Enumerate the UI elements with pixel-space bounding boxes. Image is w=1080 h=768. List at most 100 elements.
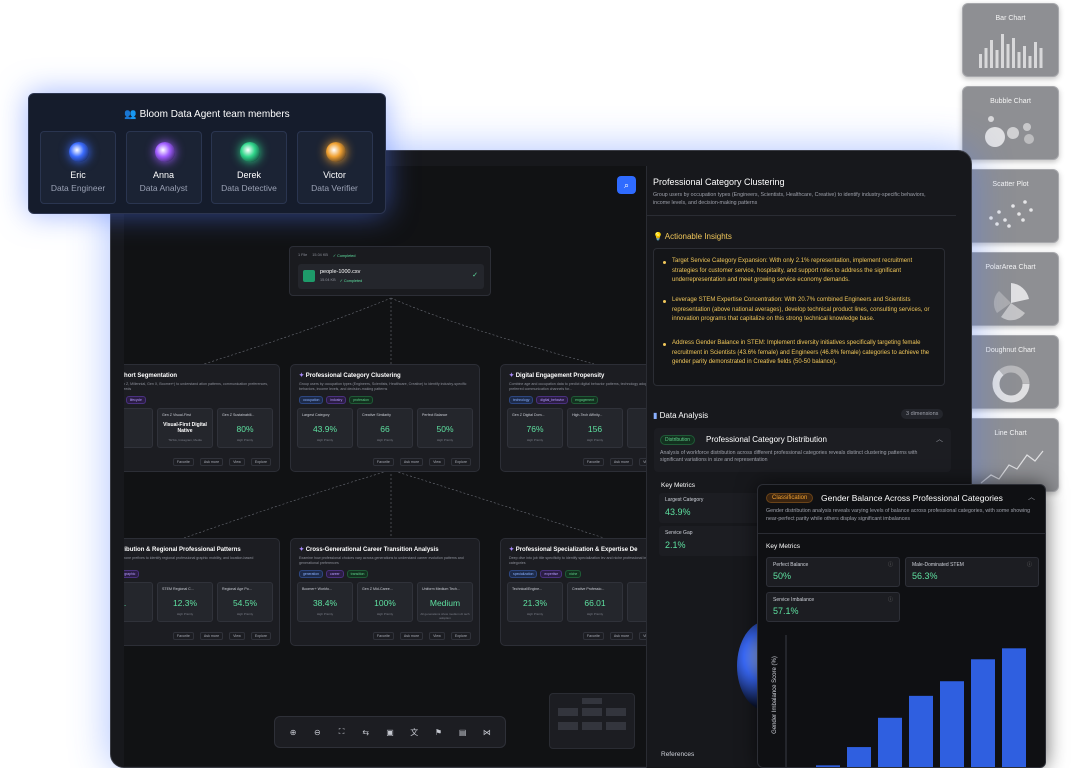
node-actions: FavoriteAsk moreViewExplore [582,632,646,640]
metric-value: 21.3% [522,598,548,608]
chart-card-doughnut-chart[interactable]: Doughnut Chart [962,335,1059,409]
metric-box: Uniform Medium Tech... Medium All generati… [417,582,473,622]
references-heading: References [661,751,695,758]
chart-card-preview [989,200,1033,228]
chart-card-bubble-chart[interactable]: Bubble Chart [962,86,1059,160]
node-action-favorite[interactable]: Favorite [172,458,194,466]
node-actions: Favorite Ask more View Explore [372,458,471,466]
insight-item: Address Gender Balance in STEM: Implemen… [672,340,930,366]
metric-box: Creative Similarity 66 High Priority [357,408,413,448]
translate-icon[interactable]: 文 [408,727,420,738]
csv-file-icon [303,270,315,282]
node-action-view[interactable]: View [429,632,445,640]
zoom-out-icon[interactable]: ⊖ [311,728,323,737]
chart-bar-3[interactable] [909,695,933,768]
layout-icon[interactable]: ▣ [384,728,396,737]
analysis-node[interactable]: ✦ Professional Category Clustering Group … [290,364,480,472]
bookmark-icon[interactable]: ⚑ [432,728,444,737]
search-button[interactable]: ⌕ [617,176,636,194]
member-role: Data Verifier [311,183,358,193]
avatar [69,142,89,162]
metric-value: 12.3% [172,598,198,608]
team-member-derek[interactable]: Derek Data Detective [211,131,287,204]
node-action-explore[interactable]: Explore [250,458,271,466]
tag: niche [565,570,582,578]
minimap[interactable] [549,693,635,749]
node-action-ask-more[interactable]: Ask more [609,632,634,640]
fit-view-icon[interactable]: ⛶ [336,727,348,737]
node-action-favorite[interactable]: Favorite [582,458,604,466]
node-action-favorite[interactable]: Favorite [582,632,604,640]
node-action-ask-more[interactable]: Ask more [399,632,424,640]
zoom-in-icon[interactable]: ⊕ [287,728,299,737]
node-action-favorite[interactable]: Favorite [172,632,194,640]
node-desc: Group users by occupation types (Enginee… [299,382,467,391]
analysis-node[interactable]: ✦ c Distribution & Regional Professional… [124,538,280,646]
node-action-view[interactable]: View [229,458,245,466]
tag: geographic [124,570,140,578]
metric-box: Boomer+ Workfo... 38.4% High Priority [297,582,353,622]
analysis-node[interactable]: ✦ Digital Engagement Propensity Combine a… [500,364,646,472]
node-action-view[interactable]: View [639,632,646,640]
chart-card-scatter-plot[interactable]: Scatter Plot [962,169,1059,243]
chart-bar-4[interactable] [940,681,964,768]
chart-bar-2[interactable] [878,717,902,768]
node-action-favorite[interactable]: Favorite [372,632,394,640]
distribution-card[interactable]: Distribution Professional Category Distr… [654,428,951,472]
swap-icon[interactable]: ⇆ [360,728,372,737]
team-member-anna[interactable]: Anna Data Analyst [125,131,202,204]
chevron-up-icon[interactable]: ︿ [936,434,943,444]
file-node[interactable]: 1 File 15.04 KB ✓ Completed people-1000.cs… [289,246,491,296]
file-item[interactable]: people-1000.csv 15.04 KB ✓ Completed ✓ [298,264,484,289]
analysis-node[interactable]: ✦ nal Cohort Segmentation generation (Gen… [124,364,280,472]
chart-bar-5[interactable] [971,659,995,768]
chart-card-bar-chart[interactable]: Bar Chart [962,3,1059,77]
distribution-desc: Analysis of workforce distribution acros… [660,450,918,464]
tag: occupation [299,396,324,404]
metric-box: . [124,582,153,622]
metric-perfect-balance: Perfect Balance 50% ⓘ [766,557,900,587]
metric-box: Gen Z Digital Dom... 76% High Priority [507,408,563,448]
node-action-ask-more[interactable]: Ask more [199,458,224,466]
distribution-badge: Distribution [660,435,696,445]
node-action-view[interactable]: View [229,632,245,640]
share-icon[interactable]: ⋈ [481,728,493,737]
chart-bar-6[interactable] [1002,648,1026,768]
node-action-ask-more[interactable]: Ask more [399,458,424,466]
metric-value: 66 [380,424,390,434]
node-metrics: Largest Category 43.9% High Priority Creati… [297,408,473,448]
tag: industry [326,396,347,404]
node-action-explore[interactable]: Explore [250,632,271,640]
analysis-node[interactable]: ✦ Cross-Generational Career Transition A… [290,538,480,646]
analysis-node[interactable]: ✦ Professional Specialization & Expertis… [500,538,646,646]
node-action-favorite[interactable]: Favorite [372,458,394,466]
node-metrics: Technical/Engine... 21.3% High Priority Cre… [507,582,646,622]
member-name: Derek [236,170,261,180]
bullet-icon [663,343,666,346]
node-actions: FavoriteAsk moreViewExplore [582,458,646,466]
chart-card-line-chart[interactable]: Line Chart [962,418,1059,492]
chart-card-polararea-chart[interactable]: PolarArea Chart [962,252,1059,326]
insight-item: Target Service Category Expansion: With … [672,258,913,284]
node-action-explore[interactable]: Explore [450,458,471,466]
node-action-view[interactable]: View [429,458,445,466]
chevron-up-icon[interactable]: ︿ [1028,492,1035,502]
member-name: Anna [152,170,175,180]
team-member-eric[interactable]: Eric Data Engineer [40,131,116,204]
document-icon[interactable]: ▤ [457,728,469,737]
metric-value: 80% [236,424,254,434]
member-name: Victor [323,170,346,180]
sparkle-icon: ✦ [299,547,306,553]
metric-box: Technical/Engine... 21.3% High Priority [507,582,563,622]
tag: transition [346,570,369,578]
avatar [240,142,260,162]
node-action-view[interactable]: View [639,458,646,466]
node-action-ask-more[interactable]: Ask more [609,458,634,466]
node-action-explore[interactable]: Explore [450,632,471,640]
chart-bar-1[interactable] [847,747,871,768]
team-member-victor[interactable]: Victor Data Verifier [296,131,373,204]
lightbulb-icon: 💡 [653,232,663,241]
node-title: ✦ c Distribution & Regional Professional… [124,547,241,553]
node-action-ask-more[interactable]: Ask more [199,632,224,640]
flow-canvas[interactable]: 1 File 15.04 KB ✓ Completed people-1000.cs… [124,166,646,766]
